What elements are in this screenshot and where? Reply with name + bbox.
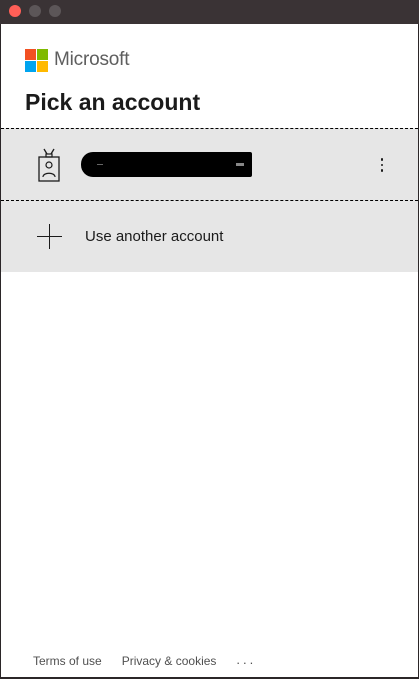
- microsoft-logo-icon: [25, 48, 48, 72]
- microsoft-logo: Microsoft: [25, 48, 129, 72]
- terms-of-use-link[interactable]: Terms of use: [33, 654, 102, 668]
- use-another-account-label: Use another account: [85, 228, 224, 245]
- page-title: Pick an account: [25, 89, 201, 115]
- account-tile[interactable]: [1, 128, 418, 201]
- window-titlebar: [0, 0, 419, 24]
- more-vertical-icon[interactable]: [372, 151, 392, 179]
- use-another-account-button[interactable]: Use another account: [1, 201, 418, 272]
- plus-icon: [37, 224, 62, 249]
- maximize-window-button[interactable]: [49, 5, 61, 17]
- minimize-window-button[interactable]: [29, 5, 41, 17]
- badge-icon: [38, 148, 60, 182]
- close-window-button[interactable]: [9, 5, 21, 17]
- brand-name: Microsoft: [54, 49, 130, 70]
- account-list: Use another account: [1, 128, 418, 272]
- footer: Terms of use Privacy & cookies ...: [33, 652, 256, 669]
- more-options-button[interactable]: ...: [236, 652, 256, 667]
- account-name-redacted: [81, 152, 252, 177]
- privacy-cookies-link[interactable]: Privacy & cookies: [122, 654, 217, 668]
- sign-in-window: Microsoft Pick an account Use another ac…: [1, 24, 418, 677]
